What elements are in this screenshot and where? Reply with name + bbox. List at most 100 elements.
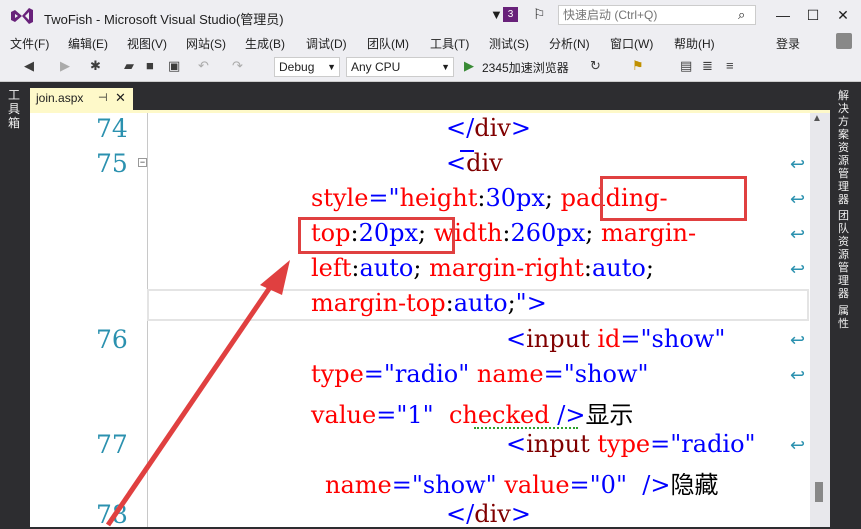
menu-help[interactable]: 帮助(H) — [674, 35, 715, 52]
menu-debug[interactable]: 调试(D) — [306, 35, 347, 52]
code-token: : — [445, 289, 454, 317]
browser-link-icon[interactable]: ⚑ — [632, 58, 644, 74]
back-icon[interactable]: ◀ — [24, 58, 34, 74]
word-wrap-icon: ↩ — [790, 365, 806, 385]
code-token: /> — [642, 471, 671, 499]
browser-selector-button[interactable]: 2345加速浏览器 — [482, 59, 569, 76]
save-icon[interactable]: ■ — [146, 58, 154, 73]
tab-join-aspx[interactable]: join.aspx ⊣ ✕ — [30, 88, 133, 110]
code-token: auto — [453, 289, 508, 317]
tab-title: join.aspx — [36, 91, 84, 105]
annotation-arrow-icon — [105, 260, 290, 527]
document-icon[interactable]: ▤ — [680, 58, 692, 74]
chevron-down-icon: ▼ — [441, 62, 450, 72]
solution-platform-dropdown[interactable]: Any CPU ▼ — [346, 57, 454, 77]
code-token: ="show" — [620, 325, 726, 353]
code-token: name — [325, 471, 392, 499]
start-debugging-icon[interactable]: ▶ — [464, 58, 474, 74]
menu-analyze[interactable]: 分析(N) — [549, 35, 590, 52]
line-number-74: 74 — [96, 114, 128, 143]
code-token: > — [510, 500, 531, 528]
code-token: 260px — [510, 219, 586, 247]
sign-in-link[interactable]: 登录 — [776, 35, 800, 52]
code-token: </ — [446, 114, 475, 142]
code-token: : — [351, 254, 360, 282]
menu-window[interactable]: 窗口(W) — [610, 35, 653, 52]
code-token: ="show" — [543, 360, 649, 388]
toolbox-tab[interactable]: 工具箱 — [8, 88, 22, 130]
new-project-icon[interactable]: ✱ — [90, 58, 101, 74]
indent-icon[interactable]: ≣ — [702, 58, 713, 74]
refresh-icon[interactable]: ↻ — [590, 58, 601, 74]
vertical-scrollbar[interactable] — [810, 113, 830, 527]
scrollbar-thumb[interactable] — [815, 482, 823, 502]
highlight-box-top — [298, 217, 455, 254]
code-line: type="radio" name="show" — [311, 360, 649, 388]
code-line: <div — [446, 149, 503, 177]
code-token: 显示 — [585, 401, 634, 429]
menu-team[interactable]: 团队(M) — [367, 35, 409, 52]
menu-website[interactable]: 网站(S) — [186, 35, 226, 52]
menu-file[interactable]: 文件(F) — [10, 35, 49, 52]
open-file-icon[interactable]: ▰ — [124, 58, 134, 74]
notification-badge[interactable]: 3 — [503, 7, 518, 22]
code-token: name — [476, 360, 544, 388]
menu-test[interactable]: 测试(S) — [489, 35, 529, 52]
word-wrap-icon: ↩ — [790, 435, 806, 455]
code-token: "> — [515, 289, 547, 317]
solution-explorer-tab[interactable]: 解决方案资源管理器 — [838, 90, 852, 207]
undo-icon[interactable]: ↶ — [198, 58, 209, 74]
code-token: ; — [544, 184, 553, 212]
code-line: </div> — [446, 114, 531, 142]
word-wrap-icon: ↩ — [790, 189, 806, 209]
save-all-icon[interactable]: ▣ — [168, 58, 180, 74]
code-token: < — [506, 325, 527, 353]
code-token: div — [466, 149, 503, 177]
notification-flag-icon[interactable]: ▼ — [490, 7, 503, 22]
scroll-up-icon[interactable]: ▲ — [812, 113, 822, 124]
team-explorer-tab[interactable]: 团队资源管理器 — [838, 210, 852, 301]
word-wrap-icon: ↩ — [790, 154, 806, 174]
code-token: ; — [645, 254, 654, 282]
code-token: > — [510, 114, 531, 142]
comment-icon[interactable]: ≡ — [726, 58, 734, 73]
menu-edit[interactable]: 编辑(E) — [68, 35, 108, 52]
chevron-down-icon: ▼ — [327, 62, 336, 72]
warning-squiggle — [474, 424, 578, 429]
pin-icon[interactable]: ⊣ — [98, 91, 108, 104]
left-dock-panel — [0, 82, 30, 527]
code-token: value — [504, 471, 570, 499]
redo-icon[interactable]: ↷ — [232, 58, 243, 74]
minimize-button[interactable]: — — [770, 4, 796, 26]
search-icon[interactable]: ⌕ — [738, 7, 745, 23]
code-token: margin-right — [429, 254, 584, 282]
platform-value: Any CPU — [351, 60, 401, 74]
configuration-value: Debug — [279, 60, 315, 74]
properties-tab[interactable]: 属性 — [838, 305, 852, 331]
code-token: ="show" — [391, 471, 497, 499]
code-token: ="radio" — [650, 430, 756, 458]
menu-build[interactable]: 生成(B) — [245, 35, 285, 52]
code-token: ="radio" — [363, 360, 470, 388]
close-tab-icon[interactable]: ✕ — [115, 90, 126, 106]
maximize-button[interactable]: ☐ — [800, 4, 826, 26]
collapse-toggle-icon[interactable]: − — [138, 158, 147, 167]
forward-icon[interactable]: ▶ — [60, 58, 70, 74]
quick-launch-input[interactable] — [558, 5, 756, 25]
code-token: height — [399, 184, 478, 212]
code-line: margin-top:auto;"> — [311, 289, 547, 317]
code-token: margin-top — [311, 289, 446, 317]
feedback-icon[interactable]: ⚐ — [533, 6, 546, 23]
menu-view[interactable]: 视图(V) — [127, 35, 167, 52]
menu-tools[interactable]: 工具(T) — [430, 35, 469, 52]
solution-configuration-dropdown[interactable]: Debug ▼ — [274, 57, 340, 77]
code-token: auto — [591, 254, 646, 282]
word-wrap-icon: ↩ — [790, 330, 806, 350]
code-token: =" — [368, 184, 400, 212]
account-icon[interactable] — [836, 33, 852, 49]
code-token: div — [474, 114, 511, 142]
highlight-box-padding — [600, 176, 747, 221]
code-token: ="1" — [376, 401, 434, 429]
close-button[interactable]: ✕ — [830, 4, 856, 26]
code-token: style — [311, 184, 369, 212]
